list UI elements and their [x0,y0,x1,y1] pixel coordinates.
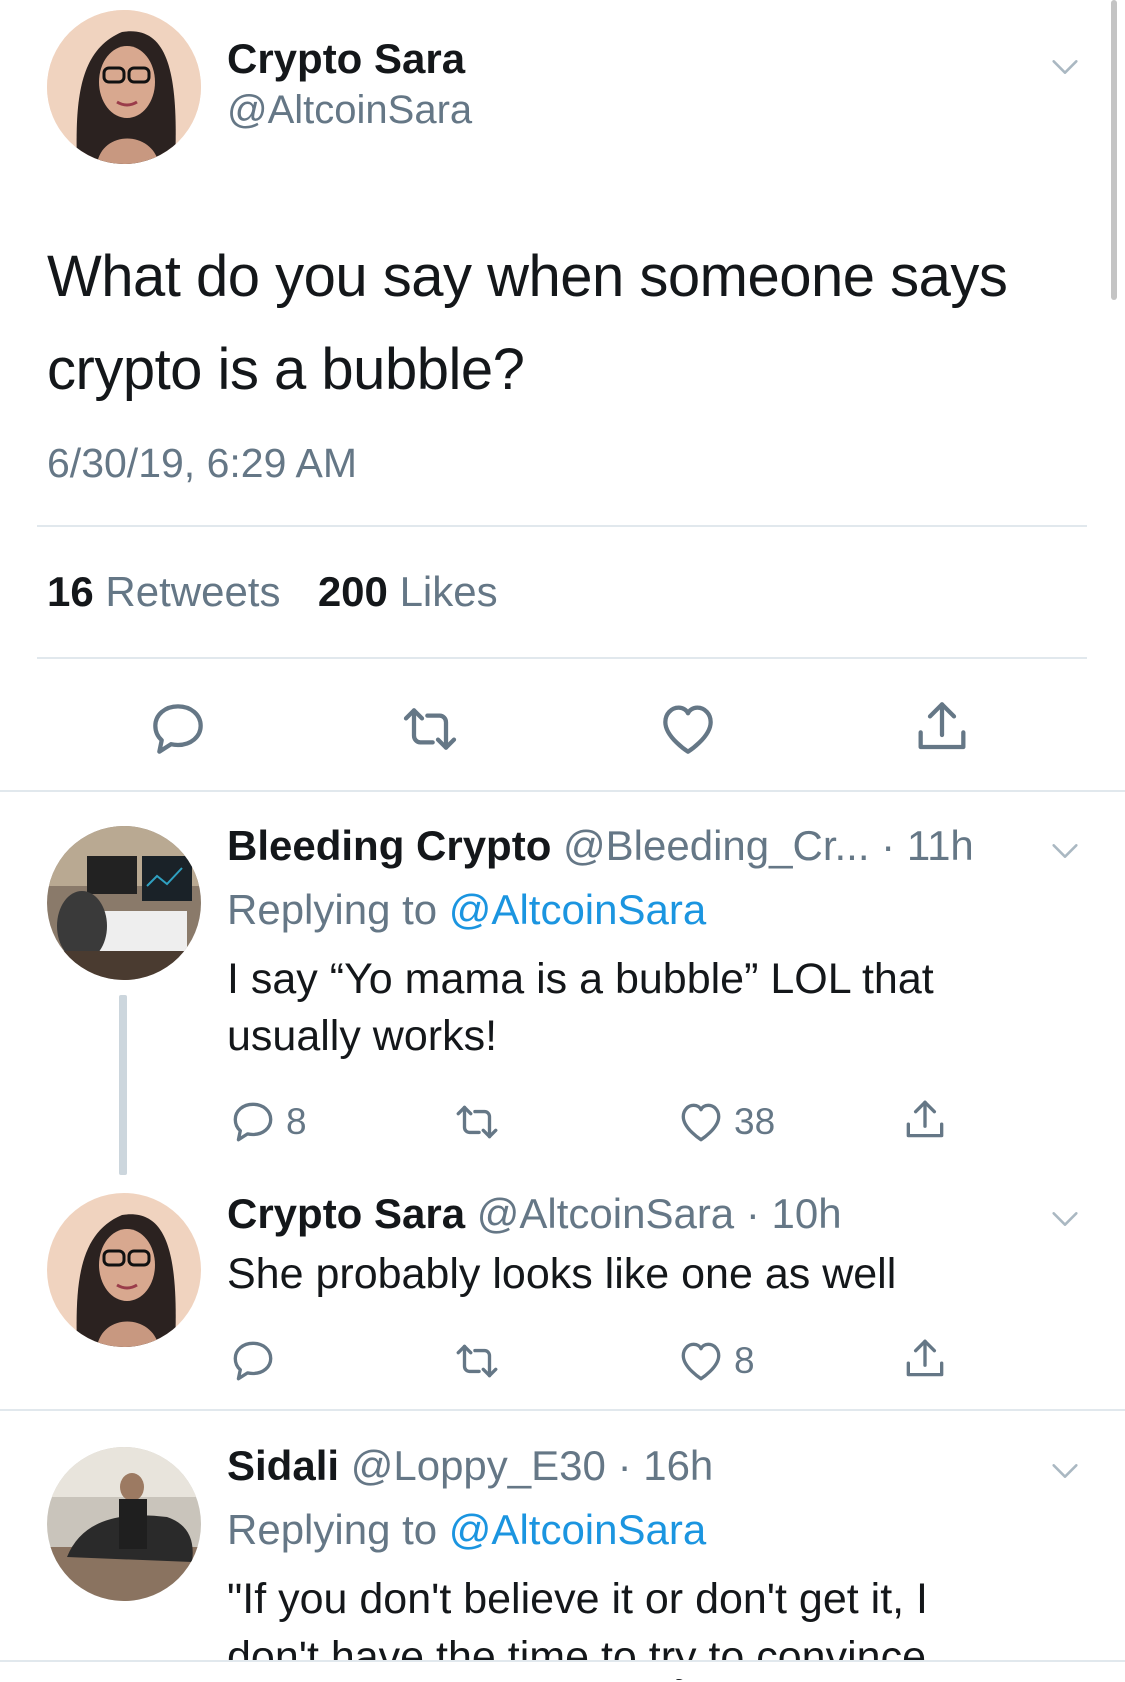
heart-icon [676,1097,726,1147]
avatar-photo [47,1447,201,1601]
replying-prefix: Replying to [227,1506,438,1553]
reply-text-line-1: "If you don't believe it or don't get it… [227,1575,928,1623]
reply-icon[interactable] [146,697,210,761]
avatar[interactable] [47,1447,201,1601]
reply-action[interactable]: 8 [228,1097,307,1147]
reply-header: Sidali @Loppy_E30 · 16h [227,1442,713,1490]
reply-text-line-2: usually works! [227,1012,498,1060]
heart-icon[interactable] [656,697,720,761]
chevron-down-icon[interactable] [1048,1202,1082,1236]
handle[interactable]: @Bleeding_Cr... [563,822,869,869]
share-icon[interactable] [910,695,974,759]
like-count[interactable]: 200 [318,568,388,615]
display-name[interactable]: Sidali [227,1442,339,1489]
thread-line [119,995,127,1175]
like-action[interactable]: 8 [676,1336,755,1386]
chevron-down-icon[interactable] [1048,834,1082,868]
reply-text-line-1: She probably looks like one as well [227,1250,897,1298]
like-action[interactable]: 38 [676,1097,775,1147]
avatar-photo [47,1193,201,1347]
replying-handle-link[interactable]: @AltcoinSara [449,886,706,933]
retweet-label[interactable]: Retweets [105,568,280,615]
avatar-photo [47,10,201,164]
avatar-photo [47,826,201,980]
retweet-icon[interactable] [452,1097,502,1147]
avatar[interactable] [47,826,201,980]
display-name[interactable]: Bleeding Crypto [227,822,551,869]
reply-time[interactable]: · 16h [618,1442,714,1489]
chevron-down-icon[interactable] [1048,1454,1082,1488]
engagement-stats: 16 Retweets 200 Likes [47,568,498,616]
divider [37,657,1087,659]
retweet-icon[interactable] [398,697,462,761]
handle[interactable]: @AltcoinSara [477,1190,734,1237]
divider [37,525,1087,527]
retweet-count[interactable]: 16 [47,568,94,615]
reply-header: Crypto Sara @AltcoinSara · 10h [227,1190,842,1238]
share-icon[interactable] [900,1334,950,1384]
reply-count: 8 [286,1101,307,1142]
tweet-text-line-2: crypto is a bubble? [47,337,525,402]
replying-prefix: Replying to [227,886,438,933]
divider [0,790,1125,792]
scrollbar[interactable] [1111,0,1117,300]
chevron-down-icon[interactable] [1048,50,1082,84]
display-name[interactable]: Crypto Sara [227,1190,465,1237]
reply-icon[interactable] [228,1336,278,1386]
replying-handle-link[interactable]: @AltcoinSara [449,1506,706,1553]
avatar[interactable] [47,1193,201,1347]
replying-to: Replying to @AltcoinSara [227,1506,706,1554]
like-count: 38 [734,1101,776,1142]
reply-header: Bleeding Crypto @Bleeding_Cr... · 11h [227,822,974,870]
share-icon[interactable] [900,1095,950,1145]
heart-icon [676,1336,726,1386]
reply-time[interactable]: · 11h [881,822,974,869]
tweet-timestamp: 6/30/19, 6:29 AM [47,440,358,486]
reply-icon [228,1097,278,1147]
divider [0,1409,1125,1411]
handle[interactable]: @Loppy_E30 [351,1442,606,1489]
display-name[interactable]: Crypto Sara [227,35,465,83]
avatar[interactable] [47,10,201,164]
bottom-edge [0,1660,1125,1679]
reply-text-line-1: I say “Yo mama is a bubble” LOL that [227,955,934,1003]
tweet-text-line-1: What do you say when someone says [47,244,1008,309]
like-count: 8 [734,1340,755,1381]
like-label[interactable]: Likes [400,568,498,615]
replying-to: Replying to @AltcoinSara [227,886,706,934]
handle[interactable]: @AltcoinSara [227,88,472,133]
retweet-icon[interactable] [452,1336,502,1386]
reply-time[interactable]: · 10h [746,1190,842,1237]
